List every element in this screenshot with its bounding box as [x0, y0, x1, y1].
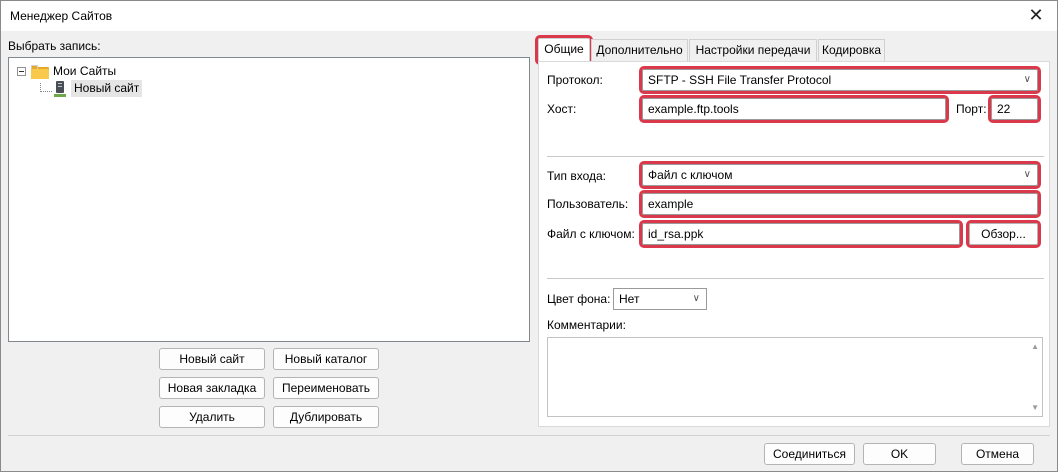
site-manager-window: Менеджер Сайтов ✕ Выбрать запись: Мои Са… — [0, 0, 1058, 472]
port-input[interactable]: 22 — [988, 95, 1041, 123]
server-icon — [54, 81, 66, 97]
host-input[interactable]: example.ftp.tools — [639, 95, 949, 123]
browse-button[interactable]: Обзор... — [966, 220, 1041, 248]
cancel-button[interactable]: Отмена — [961, 443, 1034, 465]
logon-type-label: Тип входа: — [547, 169, 606, 183]
protocol-select[interactable]: SFTP - SSH File Transfer Protocol ∨ — [639, 66, 1041, 94]
new-folder-button[interactable]: Новый каталог — [273, 348, 379, 370]
close-icon[interactable]: ✕ — [1025, 5, 1047, 27]
tab-charset[interactable]: Кодировка — [818, 39, 885, 61]
port-label: Порт: — [956, 102, 987, 116]
tab-transfer-settings[interactable]: Настройки передачи — [689, 39, 817, 61]
connect-button[interactable]: Соединиться — [764, 443, 855, 465]
duplicate-button[interactable]: Дублировать — [273, 406, 379, 428]
comments-label: Комментарии: — [547, 318, 626, 332]
user-input[interactable]: example — [639, 190, 1041, 218]
logon-type-value: Файл с ключом — [648, 168, 733, 182]
site-tree[interactable]: Мои Сайты Новый сайт — [8, 57, 530, 342]
chevron-down-icon: ∨ — [692, 293, 700, 304]
scroll-up-icon[interactable]: ▲ — [1031, 342, 1039, 351]
rename-button[interactable]: Переименовать — [273, 377, 379, 399]
comments-textarea[interactable]: ▲ ▼ — [547, 337, 1043, 417]
protocol-value: SFTP - SSH File Transfer Protocol — [648, 73, 832, 87]
bg-color-select[interactable]: Нет ∨ — [613, 288, 707, 310]
bg-color-label: Цвет фона: — [547, 292, 611, 306]
general-panel: Протокол: SFTP - SSH File Transfer Proto… — [538, 61, 1050, 427]
ok-button[interactable]: OK — [863, 443, 936, 465]
keyfile-label: Файл с ключом: — [547, 227, 635, 241]
scroll-down-icon[interactable]: ▼ — [1031, 403, 1039, 412]
tab-general[interactable]: Общие — [535, 35, 593, 65]
tab-advanced[interactable]: Дополнительно — [591, 39, 688, 61]
chevron-down-icon: ∨ — [1023, 74, 1031, 85]
divider — [547, 278, 1044, 279]
chevron-down-icon: ∨ — [1023, 169, 1031, 180]
title-bar: Менеджер Сайтов ✕ — [1, 1, 1057, 31]
new-bookmark-button[interactable]: Новая закладка — [159, 377, 265, 399]
folder-icon — [31, 65, 49, 79]
new-site-button[interactable]: Новый сайт — [159, 348, 265, 370]
footer-divider — [8, 435, 1050, 436]
tree-collapse-icon[interactable] — [17, 67, 26, 76]
keyfile-input[interactable]: id_rsa.ppk — [639, 220, 963, 248]
host-label: Хост: — [547, 102, 577, 116]
select-entry-label: Выбрать запись: — [8, 39, 101, 53]
tree-item-new-site[interactable]: Новый сайт — [71, 80, 143, 97]
bg-color-value: Нет — [619, 292, 640, 306]
protocol-label: Протокол: — [547, 73, 603, 87]
window-title: Менеджер Сайтов — [10, 9, 113, 23]
tree-item-my-sites[interactable]: Мои Сайты — [53, 64, 116, 78]
logon-type-select[interactable]: Файл с ключом ∨ — [639, 161, 1041, 189]
divider — [547, 156, 1044, 157]
user-label: Пользователь: — [547, 197, 629, 211]
delete-button[interactable]: Удалить — [159, 406, 265, 428]
